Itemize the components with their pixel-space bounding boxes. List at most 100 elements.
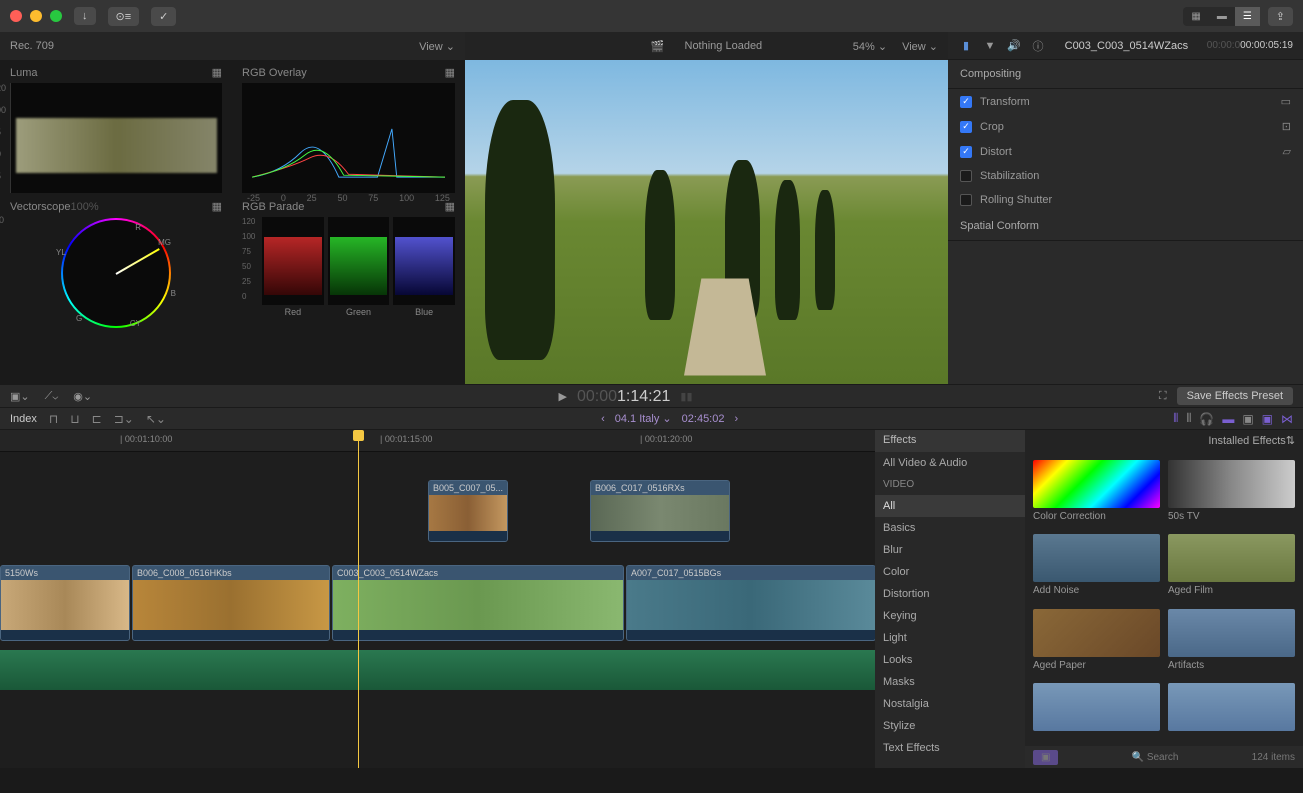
effect-item[interactable]: Add Noise	[1033, 534, 1160, 600]
keyword-button[interactable]: ⊙≡	[108, 7, 140, 26]
video-scopes: Rec. 709 View ⌄ Luma▦ 1201007550250-20 R…	[0, 32, 465, 384]
video-inspector-icon[interactable]: ▮	[958, 38, 974, 54]
import-button[interactable]: ↓	[74, 7, 96, 25]
timecode-display[interactable]: 00:001:14:21	[577, 386, 670, 406]
audio-inspector-icon[interactable]: 🔊	[1006, 38, 1022, 54]
fullscreen-icon[interactable]: ⛶	[1159, 390, 1167, 403]
clip-appearance-menu[interactable]: ▣⌄	[10, 390, 30, 403]
inspector-timecode: 00:00:000:00:05:19	[1207, 40, 1293, 51]
timeline[interactable]: | 00:01:10:00| 00:01:15:00| 00:01:20:00 …	[0, 430, 875, 768]
spatial-conform-section[interactable]: Spatial Conform	[948, 212, 1303, 241]
audio-skimming-icon[interactable]: ⫴	[1186, 411, 1191, 426]
timeline-clip[interactable]: B006_C017_0516RXs	[590, 480, 730, 542]
info-inspector-icon[interactable]: ⓘ	[1030, 38, 1046, 54]
inspector-row-transform[interactable]: ✓Transform▭	[948, 89, 1303, 114]
effect-item[interactable]: 50s TV	[1168, 460, 1295, 526]
titlebar: ↓ ⊙≡ ✓ ▦ ▬ ☰ ⇪	[0, 0, 1303, 32]
effects-category-nostalgia[interactable]: Nostalgia	[875, 693, 1025, 715]
effect-item[interactable]	[1033, 683, 1160, 738]
inspector-toggle[interactable]: ☰	[1235, 7, 1260, 26]
inspector-clip-name: C003_C003_0514WZacs	[1065, 40, 1189, 52]
effects-browser-icon[interactable]: ▣	[1242, 412, 1253, 426]
effects-category-light[interactable]: Light	[875, 627, 1025, 649]
effects-category-distortion[interactable]: Distortion	[875, 583, 1025, 605]
snap-menu[interactable]: ⟋⌄	[45, 390, 59, 403]
minimize-icon[interactable]	[30, 10, 42, 22]
effects-browser: Installed Effects⇅ Color Correction50s T…	[1025, 430, 1303, 768]
timeline-clip[interactable]: B006_C008_0516HKbs	[132, 565, 330, 641]
effects-search-input[interactable]: 🔍 Search	[1064, 752, 1245, 763]
viewer-title: Nothing Loaded	[685, 40, 763, 52]
effects-category-basics[interactable]: Basics	[875, 517, 1025, 539]
inspector: ▮ ▼ 🔊 ⓘ C003_C003_0514WZacs 00:00:000:00…	[948, 32, 1303, 384]
next-edit-button[interactable]: ›	[734, 413, 738, 425]
connect-clip-icon[interactable]: ⊓	[49, 412, 58, 426]
inspector-row-stabilization[interactable]: Stabilization	[948, 164, 1303, 188]
viewer-canvas[interactable]	[465, 60, 948, 384]
effects-category-text-effects[interactable]: Text Effects	[875, 737, 1025, 759]
effects-category-color[interactable]: Color	[875, 561, 1025, 583]
effects-category-all-video---audio[interactable]: All Video & Audio	[875, 452, 1025, 474]
theme-button[interactable]: ▣	[1033, 750, 1058, 765]
vectorscope: Vectorscope 100%▦ R MG B CY G YL	[0, 194, 232, 342]
append-clip-icon[interactable]: ⊏	[92, 412, 102, 426]
timeline-clip[interactable]: B005_C007_05...	[428, 480, 508, 542]
rgb-parade-scope: RGB Parade▦ 1201007550250 RedGreenBlue	[232, 194, 465, 342]
play-button[interactable]: ▶	[558, 390, 566, 403]
snapping-icon[interactable]: ▬	[1222, 412, 1234, 426]
timeline-toggle[interactable]: ▬	[1209, 7, 1235, 26]
effect-item[interactable]: Artifacts	[1168, 609, 1295, 675]
save-effects-preset-button[interactable]: Save Effects Preset	[1177, 387, 1293, 405]
overwrite-clip-icon[interactable]: ⊐⌄	[114, 412, 134, 426]
effects-category-masks[interactable]: Masks	[875, 671, 1025, 693]
inspector-row-rolling-shutter[interactable]: Rolling Shutter	[948, 188, 1303, 212]
installed-effects-menu[interactable]: Installed Effects⇅	[1025, 430, 1303, 452]
close-icon[interactable]	[10, 10, 22, 22]
audio-track[interactable]	[0, 650, 875, 690]
timeline-clip[interactable]: C003_C003_0514WZacs	[332, 565, 624, 641]
timeline-clip[interactable]: 5150Ws	[0, 565, 130, 641]
skimming-icon[interactable]: ⫴	[1173, 411, 1178, 426]
effect-item[interactable]	[1168, 683, 1295, 738]
zoom-menu[interactable]: 54% ⌄	[853, 40, 887, 53]
effects-category-all[interactable]: All	[875, 495, 1025, 517]
maximize-icon[interactable]	[50, 10, 62, 22]
solo-icon[interactable]: 🎧	[1199, 412, 1214, 426]
effects-category-keying[interactable]: Keying	[875, 605, 1025, 627]
timeline-ruler[interactable]: | 00:01:10:00| 00:01:15:00| 00:01:20:00	[0, 430, 875, 452]
color-inspector-icon[interactable]: ▼	[982, 38, 998, 54]
scope-settings-icon[interactable]: ▦	[212, 200, 222, 213]
playhead[interactable]	[358, 430, 359, 768]
timeline-header: Index ⊓ ⊔ ⊏ ⊐⌄ ↖⌄ ‹ 04.1 Italy ⌄ 02:45:0…	[0, 408, 1303, 430]
transitions-browser-icon[interactable]: ▣	[1262, 412, 1273, 426]
effects-category-stylize[interactable]: Stylize	[875, 715, 1025, 737]
effect-item[interactable]: Aged Film	[1168, 534, 1295, 600]
inspector-row-crop[interactable]: ✓Crop⊡	[948, 114, 1303, 139]
scopes-view-menu[interactable]: View ⌄	[419, 40, 455, 53]
browser-toggle[interactable]: ▦	[1183, 7, 1208, 26]
effects-sidebar: Effects All Video & AudioVIDEOAllBasicsB…	[875, 430, 1025, 768]
scope-settings-icon[interactable]: ▦	[212, 66, 222, 79]
effects-category-blur[interactable]: Blur	[875, 539, 1025, 561]
view-menu[interactable]: View ⌄	[902, 40, 938, 53]
effect-item[interactable]: Color Correction	[1033, 460, 1160, 526]
scope-settings-icon[interactable]: ▦	[445, 66, 455, 79]
clapperboard-icon: 🎬	[651, 40, 665, 53]
scope-settings-icon[interactable]: ▦	[445, 200, 455, 213]
transport-bar: ▣⌄ ⟋⌄ ◉⌄ ▶ 00:001:14:21 ▮▮ ⛶ Save Effect…	[0, 384, 1303, 408]
effects-category-video[interactable]: VIDEO	[875, 474, 1025, 495]
effects-category-looks[interactable]: Looks	[875, 649, 1025, 671]
effects-count: 124 items	[1252, 752, 1295, 763]
select-tool-icon[interactable]: ↖⌄	[146, 412, 166, 426]
index-button[interactable]: Index	[10, 413, 37, 425]
insert-clip-icon[interactable]: ⊔	[70, 412, 79, 426]
share-button[interactable]: ⇪	[1268, 7, 1293, 26]
project-name[interactable]: 04.1 Italy ⌄	[615, 412, 672, 425]
inspector-row-distort[interactable]: ✓Distort▱	[948, 139, 1303, 164]
effect-item[interactable]: Aged Paper	[1033, 609, 1160, 675]
transitions-icon[interactable]: ⋈	[1281, 412, 1293, 426]
timeline-clip[interactable]: A007_C017_0515BGs	[626, 565, 875, 641]
bg-tasks-button[interactable]: ✓	[151, 7, 176, 26]
prev-edit-button[interactable]: ‹	[601, 413, 605, 425]
skimming-menu[interactable]: ◉⌄	[73, 390, 92, 403]
